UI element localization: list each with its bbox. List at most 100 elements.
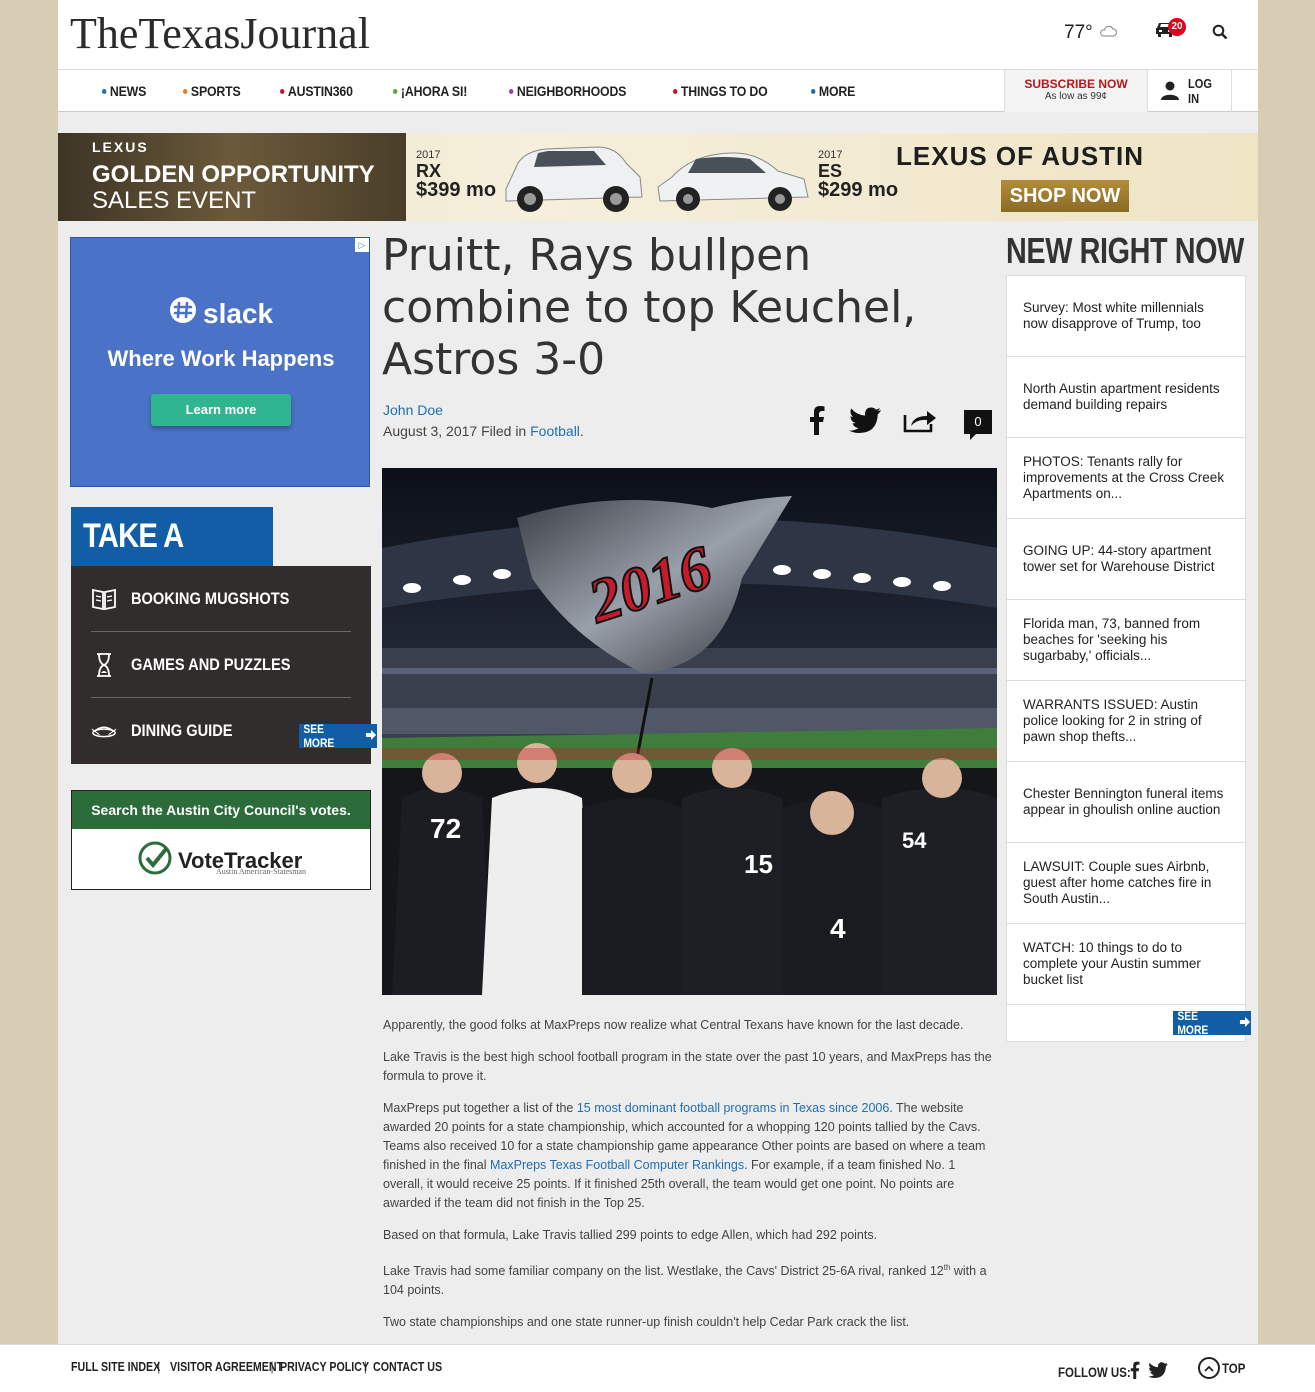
- paragraph: Lake Travis is the best high school foot…: [383, 1050, 992, 1083]
- nav-dot: [279, 88, 284, 94]
- facebook-icon[interactable]: [806, 403, 828, 437]
- vote-tracker-ad[interactable]: Search the Austin City Council's votes. …: [71, 790, 371, 890]
- facebook-icon[interactable]: [1130, 1361, 1140, 1382]
- nav-dot: [102, 88, 107, 94]
- weather-temp: 77°: [1064, 22, 1093, 43]
- share-icon[interactable]: [902, 403, 938, 437]
- nav-item-3[interactable]: ¡AHORA SI!: [393, 83, 468, 99]
- slack-logo: slack: [169, 296, 273, 331]
- right-now-item[interactable]: North Austin apartment residents demand …: [1007, 357, 1245, 438]
- footer-link-site-index[interactable]: FULL SITE INDEX: [71, 1359, 160, 1374]
- nav-item-5[interactable]: THINGS TO DO: [672, 83, 768, 99]
- take-a-break-title: TAKE A BREAK: [71, 507, 273, 614]
- login-label: LOG IN: [1188, 76, 1212, 106]
- back-to-top-button[interactable]: TOP: [1198, 1357, 1251, 1379]
- vote-tracker-logo: VoteTracker Austin American-Statesman: [138, 841, 306, 880]
- page: TheTexasJournal 77° 20 NEWS SPORTS AUSTIN3…: [58, 0, 1258, 1392]
- hourglass-icon: [91, 652, 117, 678]
- right-now-item[interactable]: WATCH: 10 things to do to complete your …: [1007, 924, 1245, 1005]
- sedan-image: [657, 152, 809, 211]
- ad-choices-icon[interactable]: ▷: [355, 238, 369, 252]
- learn-more-button[interactable]: Learn more: [151, 394, 291, 426]
- paragraph-text: Lake Travis had some familiar company on…: [383, 1264, 944, 1279]
- site-logo[interactable]: TheTexasJournal: [70, 8, 370, 59]
- search-icon[interactable]: [1212, 24, 1230, 42]
- nav-item-2[interactable]: AUSTIN360: [279, 83, 353, 99]
- dealer-name: LEXUS OF AUSTIN: [896, 141, 1145, 171]
- subscribe-button[interactable]: SUBSCRIBE NOW As low as 99¢: [1004, 70, 1148, 112]
- article-headline: Pruitt, Rays bullpen combine to top Keuc…: [382, 230, 917, 385]
- new-right-now-title: NEW RIGHT NOW: [1006, 230, 1244, 271]
- jersey-number: 15: [744, 849, 773, 879]
- chevron-up-icon: [1198, 1357, 1220, 1379]
- ad-headline: GOLDEN OPPORTUNITY: [92, 161, 375, 188]
- right-now-item[interactable]: PHOTOS: Tenants rally for improvements a…: [1007, 438, 1245, 519]
- nav-item-4[interactable]: NEIGHBORHOODS: [508, 83, 626, 99]
- article-photo[interactable]: 2016 72 15 4 54: [382, 468, 997, 995]
- players-group: [392, 788, 997, 995]
- vote-tracker-header: Search the Austin City Council's votes.: [72, 791, 370, 829]
- author-link[interactable]: John Doe: [383, 402, 443, 418]
- nav-item-0[interactable]: NEWS: [102, 83, 146, 99]
- dining-guide-label: DINING GUIDE: [131, 720, 233, 740]
- maxpreps-list-link[interactable]: 15 most dominant football programs in Te…: [577, 1101, 889, 1115]
- footer-link-contact-us[interactable]: CONTACT US: [373, 1359, 442, 1374]
- paragraph: MaxPreps put together a list of the 15 m…: [383, 1099, 993, 1213]
- right-now-item[interactable]: GOING UP: 44-story apartment tower set f…: [1007, 519, 1245, 600]
- twitter-icon[interactable]: [1148, 1362, 1168, 1381]
- nav-item-label: AUSTIN360: [287, 83, 353, 99]
- arrow-right-icon: [1239, 1016, 1251, 1030]
- football-celebration-photo: 2016 72 15 4 54: [382, 468, 997, 995]
- twitter-icon[interactable]: [848, 403, 882, 437]
- weather-widget[interactable]: 77°: [1064, 22, 1117, 44]
- nav-dot: [811, 88, 816, 94]
- book-icon: [91, 586, 117, 612]
- nav-dot: [672, 88, 678, 94]
- jersey-number: 54: [902, 828, 927, 853]
- subscribe-title: SUBSCRIBE NOW: [1024, 77, 1128, 91]
- slack-ad[interactable]: ▷ slack Where Work Happens Learn more: [70, 237, 370, 487]
- right-now-item[interactable]: Florida man, 73, banned from beaches for…: [1007, 600, 1245, 681]
- arrow-right-icon: [365, 729, 377, 743]
- checkmark-icon: [138, 841, 172, 880]
- right-now-item[interactable]: Chester Bennington funeral items appear …: [1007, 762, 1245, 843]
- nav-dot: [183, 88, 188, 94]
- nav-item-1[interactable]: SPORTS: [183, 83, 241, 99]
- login-button[interactable]: LOG IN: [1148, 70, 1232, 112]
- slack-hash-icon: [169, 296, 197, 331]
- see-more-label: SEE MORE: [1177, 1009, 1209, 1037]
- filed-in-label: Filed in: [481, 423, 527, 439]
- comment-count-button[interactable]: 0: [964, 410, 992, 440]
- booking-mugshots-link[interactable]: BOOKING MUGSHOTS: [91, 566, 351, 631]
- lexus-ad-panel: LEXUS GOLDEN OPPORTUNITY SALES EVENT: [58, 133, 406, 221]
- publish-date: August 3, 2017: [383, 423, 478, 439]
- follow-us: FOLLOW US:: [1058, 1361, 1168, 1382]
- take-a-break-see-more-button[interactable]: SEE MORE: [299, 722, 377, 750]
- byline: John Doe: [383, 402, 443, 418]
- dateline-period: .: [579, 423, 584, 439]
- model1-year: 2017: [416, 149, 441, 161]
- nav-item-label: NEIGHBORHOODS: [516, 83, 626, 99]
- footer-link-visitor-agreement[interactable]: VISITOR AGREEMENT: [170, 1359, 283, 1374]
- maxpreps-rankings-link[interactable]: MaxPreps Texas Football Computer Ranking…: [490, 1158, 744, 1172]
- nav-item-label: SPORTS: [191, 83, 241, 99]
- lexus-banner-ad[interactable]: LEXUS GOLDEN OPPORTUNITY SALES EVENT 201…: [58, 133, 1258, 221]
- player-crowd-red: [382, 748, 997, 760]
- traffic-button[interactable]: 20: [1154, 18, 1186, 46]
- subscribe-price: As low as 99¢: [1044, 91, 1108, 102]
- nav-item-label: THINGS TO DO: [680, 83, 768, 99]
- nav-item-6[interactable]: MORE: [811, 83, 856, 99]
- right-now-see-more-button[interactable]: SEE MORE: [1173, 1009, 1251, 1037]
- right-now-item[interactable]: Survey: Most white millennials now disap…: [1007, 276, 1245, 357]
- main-nav: NEWS SPORTS AUSTIN360 ¡AHORA SI! NEIGHBORHOO…: [58, 70, 1258, 112]
- footer-link-privacy-policy[interactable]: PRIVACY POLICY: [280, 1359, 369, 1374]
- slack-tagline: Where Work Happens: [107, 346, 335, 371]
- new-right-now-list: Survey: Most white millennials now disap…: [1006, 275, 1246, 1042]
- lexus-logo: LEXUS: [92, 139, 149, 155]
- category-link[interactable]: Football: [530, 423, 580, 439]
- right-now-item[interactable]: WARRANTS ISSUED: Austin police looking f…: [1007, 681, 1245, 762]
- games-puzzles-link[interactable]: GAMES AND PUZZLES: [91, 632, 351, 697]
- right-now-item[interactable]: LAWSUIT: Couple sues Airbnb, guest after…: [1007, 843, 1245, 924]
- booking-mugshots-label: BOOKING MUGSHOTS: [131, 588, 290, 608]
- shop-now-button[interactable]: SHOP NOW: [1001, 180, 1129, 212]
